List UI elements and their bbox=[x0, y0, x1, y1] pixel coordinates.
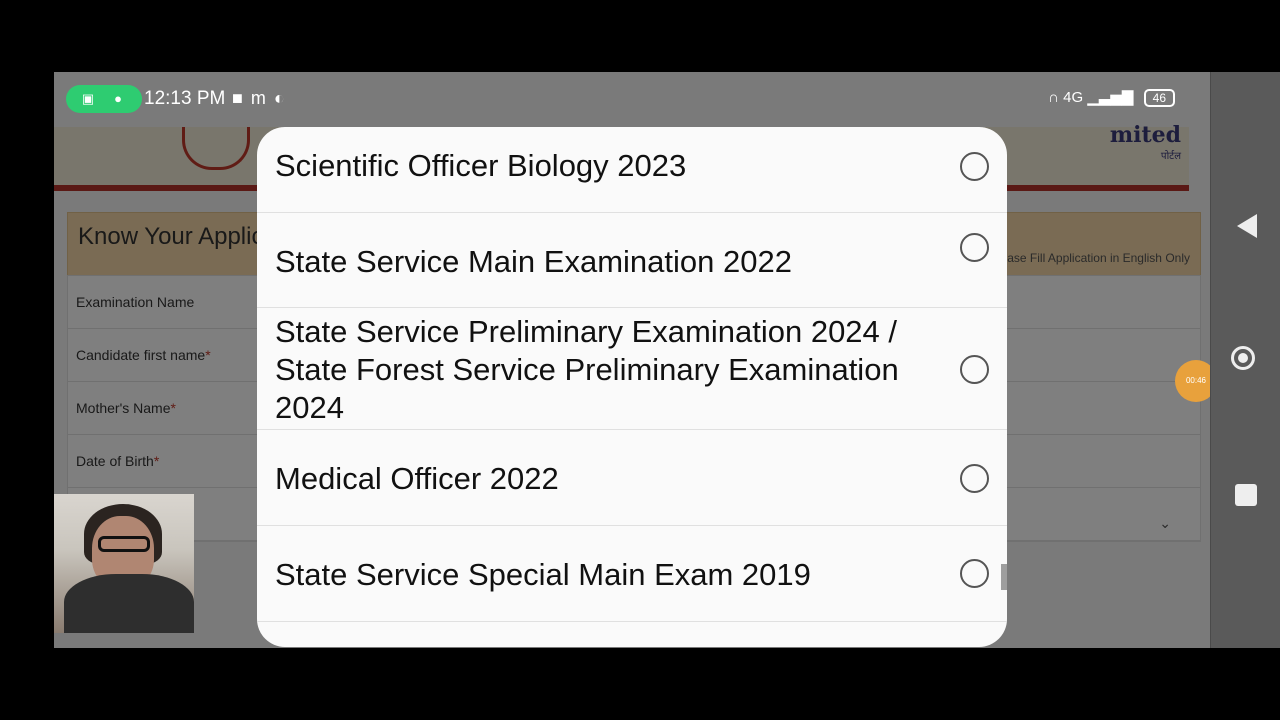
headset-icon: ∩ bbox=[1048, 89, 1059, 106]
sync-icon: ◐ bbox=[273, 88, 293, 108]
radio-button[interactable] bbox=[960, 152, 989, 181]
radio-button[interactable] bbox=[960, 559, 989, 588]
glasses bbox=[98, 536, 150, 552]
back-icon[interactable] bbox=[1237, 214, 1257, 238]
exam-picker-dialog: Scientific Officer Biology 2023 State Se… bbox=[257, 127, 1007, 647]
status-bar: ▣ ● 12:13 PM ■m◐ ∩ 4G ▁▃▅▇ 46 bbox=[54, 72, 1211, 126]
list-item[interactable]: Medical Officer 2022 bbox=[257, 430, 1007, 526]
radio-button[interactable] bbox=[960, 464, 989, 493]
list-item[interactable]: State Service Special Main Exam 2019 bbox=[257, 526, 1007, 622]
battery-icon: 46 bbox=[1143, 89, 1175, 108]
person-body bbox=[64, 574, 194, 633]
webcam-overlay bbox=[54, 494, 194, 633]
m-app-icon: m bbox=[250, 88, 274, 108]
notification-icons: ■m◐ bbox=[232, 88, 293, 109]
option-label: State Service Preliminary Examination 20… bbox=[275, 314, 899, 425]
recent-apps-icon[interactable] bbox=[1235, 484, 1257, 506]
radio-button[interactable] bbox=[960, 233, 989, 262]
recording-pill[interactable]: ▣ ● bbox=[66, 85, 142, 113]
mic-icon: ● bbox=[114, 91, 122, 106]
status-time: 12:13 PM bbox=[144, 88, 226, 109]
network-label: 4G bbox=[1063, 89, 1084, 106]
list-item[interactable]: State Service Preliminary Examination 20… bbox=[257, 308, 1007, 430]
radio-button[interactable] bbox=[960, 355, 989, 384]
signal-icon: ▁▃▅▇ bbox=[1087, 89, 1134, 106]
list-item[interactable]: State Service Main Examination 2022 bbox=[257, 213, 1007, 308]
option-list: Scientific Officer Biology 2023 State Se… bbox=[257, 127, 1007, 622]
status-right: ∩ 4G ▁▃▅▇ 46 bbox=[1048, 88, 1175, 108]
option-label: Medical Officer 2022 bbox=[275, 461, 559, 496]
camera-icon: ▣ bbox=[81, 91, 95, 106]
home-icon[interactable] bbox=[1231, 346, 1255, 370]
option-label: State Service Main Examination 2022 bbox=[275, 244, 792, 279]
list-item[interactable]: Scientific Officer Biology 2023 bbox=[257, 127, 1007, 213]
navigation-bar bbox=[1210, 72, 1280, 648]
video-icon: ■ bbox=[232, 88, 251, 108]
option-label: Scientific Officer Biology 2023 bbox=[275, 148, 687, 183]
scrollbar-thumb[interactable] bbox=[1001, 564, 1007, 590]
option-label: State Service Special Main Exam 2019 bbox=[275, 557, 811, 592]
